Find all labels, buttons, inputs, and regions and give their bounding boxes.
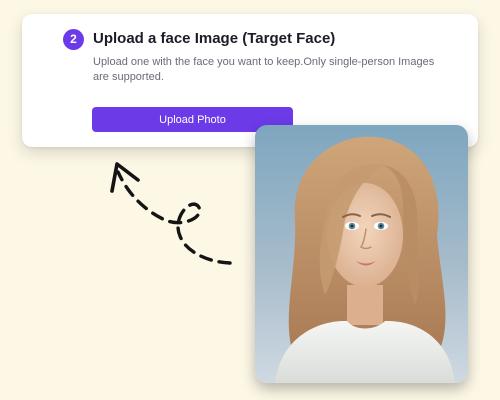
target-face-photo [255,125,468,383]
